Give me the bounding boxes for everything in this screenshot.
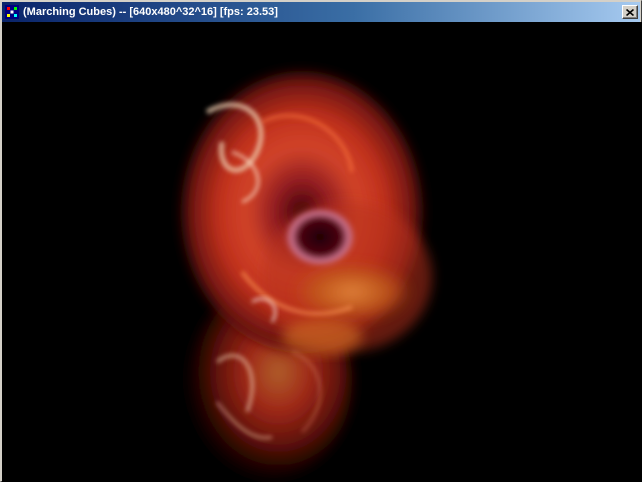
marching-cubes-render bbox=[182, 72, 432, 478]
app-icon[interactable] bbox=[4, 4, 20, 20]
app-window: (Marching Cubes) -- [640x480^32^16] [fps… bbox=[0, 0, 642, 482]
render-viewport[interactable] bbox=[2, 22, 642, 482]
window-title: (Marching Cubes) -- [640x480^32^16] [fps… bbox=[23, 6, 278, 18]
close-button[interactable] bbox=[622, 5, 638, 19]
title-bar[interactable]: (Marching Cubes) -- [640x480^32^16] [fps… bbox=[2, 2, 640, 22]
close-icon bbox=[626, 8, 634, 16]
